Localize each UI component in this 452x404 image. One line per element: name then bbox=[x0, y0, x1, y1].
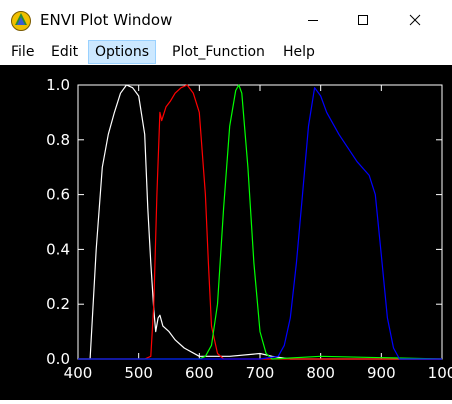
y-tick-label: 1.0 bbox=[46, 76, 70, 94]
x-tick-label: 100 bbox=[428, 364, 452, 382]
close-button[interactable] bbox=[392, 0, 438, 40]
y-tick-label: 0.2 bbox=[46, 295, 70, 313]
minimize-button[interactable] bbox=[290, 0, 336, 40]
menu-options[interactable]: Options bbox=[88, 40, 157, 64]
y-tick-label: 0.0 bbox=[46, 350, 70, 368]
y-tick-label: 0.6 bbox=[46, 186, 70, 204]
title-bar[interactable]: ENVI Plot Window bbox=[0, 0, 452, 40]
x-tick-label: 600 bbox=[185, 364, 214, 382]
series-lines bbox=[78, 84, 443, 360]
envi-app-icon bbox=[11, 11, 31, 31]
y-tick-label: 0.8 bbox=[46, 131, 70, 149]
x-tick-label: 800 bbox=[306, 364, 335, 382]
maximize-icon bbox=[358, 15, 368, 25]
window-title: ENVI Plot Window bbox=[40, 11, 173, 29]
x-axis-ticks: 400 500 600 700 800 900 100 bbox=[64, 85, 452, 382]
plot-area[interactable]: 400 500 600 700 800 900 100 0.0 0.2 0.4 0.6 0.8 1.0 bbox=[0, 65, 452, 400]
minimize-icon bbox=[308, 20, 318, 21]
menu-plot-function[interactable]: Plot_Function bbox=[166, 40, 271, 64]
menu-file[interactable]: File bbox=[5, 40, 40, 64]
y-tick-label: 0.4 bbox=[46, 240, 70, 258]
spectral-plot: 400 500 600 700 800 900 100 0.00.20.40.60.81.0 bbox=[46, 76, 452, 382]
x-tick-label: 500 bbox=[124, 364, 153, 382]
x-tick-label: 700 bbox=[246, 364, 275, 382]
x-tick-label: 900 bbox=[367, 364, 396, 382]
close-icon bbox=[409, 14, 421, 26]
series-line-blue bbox=[78, 87, 442, 360]
maximize-button[interactable] bbox=[340, 0, 386, 40]
menu-edit[interactable]: Edit bbox=[45, 40, 84, 64]
menu-bar: File Edit Options Plot_Function Help bbox=[0, 40, 452, 64]
menu-help[interactable]: Help bbox=[277, 40, 321, 64]
